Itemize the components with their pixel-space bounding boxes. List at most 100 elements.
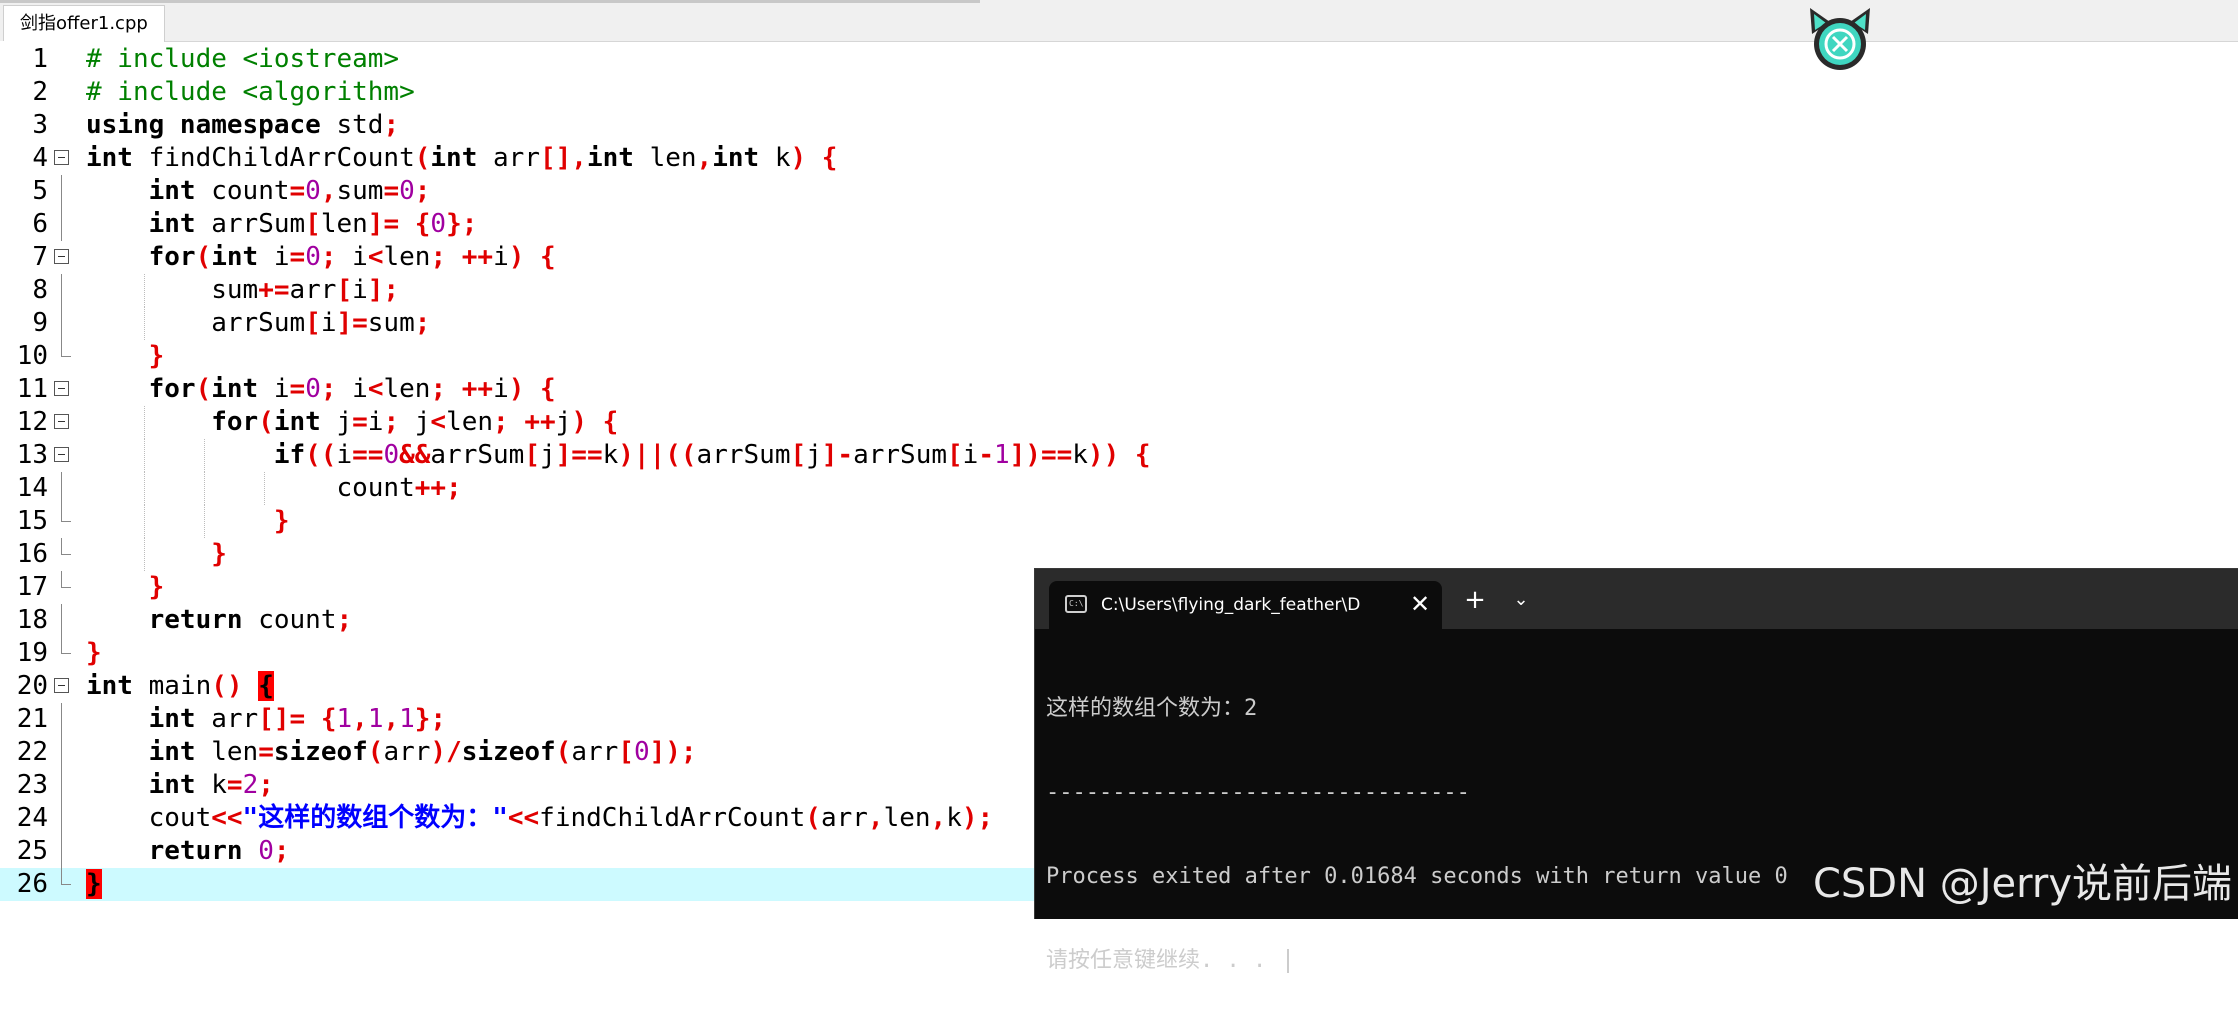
code-text: for(int i=0; i<len; ++i) { (148, 242, 556, 272)
fold-toggle-icon[interactable] (54, 678, 69, 693)
code-text: for(int i=0; i<len; ++i) { (148, 374, 556, 404)
code-text: } (86, 638, 102, 668)
code-line: 10 } (0, 340, 2238, 373)
code-text: } (148, 572, 165, 602)
new-tab-button[interactable]: + (1455, 583, 1495, 617)
line-number: 11 (16, 374, 48, 404)
line-number: 16 (16, 539, 48, 569)
fold-toggle-icon[interactable] (54, 249, 69, 264)
code-text: return count; (148, 605, 353, 635)
editor-tab-strip: 剑指offer1.cpp (0, 0, 2238, 42)
line-number: 24 (16, 803, 48, 833)
code-text: count++; (86, 473, 462, 503)
fold-toggle-icon[interactable] (54, 447, 69, 462)
line-number: 5 (32, 176, 48, 206)
code-text: sum+=arr[i]; (86, 275, 400, 305)
fold-end-marker (61, 505, 71, 522)
line-number: 26 (16, 869, 48, 899)
fold-toggle-icon[interactable] (54, 150, 69, 165)
fold-end-marker (61, 571, 71, 588)
line-number: 1 (32, 44, 48, 74)
fold-guide (61, 208, 62, 241)
fold-end-marker (61, 868, 71, 885)
line-number: 9 (32, 308, 48, 338)
line-number: 20 (16, 671, 48, 701)
code-text: int arrSum[len]= {0}; (148, 209, 478, 239)
code-line: 15 } (0, 505, 2238, 538)
line-number: 15 (16, 506, 48, 536)
fold-guide (61, 769, 62, 802)
fold-guide (61, 604, 62, 637)
code-text: for(int j=i; j<len; ++j) { (211, 407, 619, 437)
fold-end-marker (61, 538, 71, 555)
code-line: 11 for(int i=0; i<len; ++i) { (0, 373, 2238, 406)
terminal-output[interactable]: 这样的数组个数为：2 -----------------------------… (1046, 639, 2238, 1031)
line-number: 23 (16, 770, 48, 800)
fold-guide (61, 835, 62, 868)
code-line: 5 int count=0,sum=0; (0, 175, 2238, 208)
fold-guide (61, 274, 62, 307)
fold-toggle-icon[interactable] (54, 381, 69, 396)
line-number: 21 (16, 704, 48, 734)
console-icon (1065, 595, 1087, 613)
line-number: 3 (32, 110, 48, 140)
line-number: 6 (32, 209, 48, 239)
code-text: # include <iostream> (86, 44, 400, 74)
code-line: 1 # include <iostream> (0, 43, 2238, 76)
fold-guide (61, 307, 62, 340)
code-line: 3 using namespace std; (0, 109, 2238, 142)
file-tab[interactable]: 剑指offer1.cpp (3, 5, 165, 42)
code-text: int findChildArrCount(int arr[],int len,… (86, 143, 838, 173)
line-number: 8 (32, 275, 48, 305)
line-number: 22 (16, 737, 48, 767)
code-line: 4 int findChildArrCount(int arr[],int len… (0, 142, 2238, 175)
line-number: 17 (16, 572, 48, 602)
terminal-line: -------------------------------- (1046, 780, 1470, 805)
line-number: 4 (32, 143, 48, 173)
code-text: int arr[]= {1,1,1}; (148, 704, 447, 734)
string-literal: "这样的数组个数为：" (242, 803, 508, 833)
line-number: 14 (16, 473, 48, 503)
fold-guide (61, 175, 62, 208)
code-text: } (86, 869, 102, 899)
code-text: return 0; (148, 836, 290, 866)
fold-guide (61, 703, 62, 736)
code-text: using namespace std; (86, 110, 400, 140)
code-text: if((i==0&&arrSum[j]==k)||((arrSum[j]-arr… (273, 440, 1151, 470)
line-number: 10 (16, 341, 48, 371)
terminal-tab[interactable]: C:\Users\flying_dark_feather\D ✕ (1049, 581, 1442, 629)
fold-toggle-icon[interactable] (54, 414, 69, 429)
terminal-line: 这样的数组个数为：2 (1046, 696, 1258, 721)
watermark: CSDN @Jerry说前后端 (1812, 861, 2232, 907)
close-icon[interactable]: ✕ (1405, 581, 1435, 629)
fold-guide (61, 472, 62, 505)
code-line: 8 sum+=arr[i]; (0, 274, 2238, 307)
terminal-titlebar: C:\Users\flying_dark_feather\D ✕ + ⌄ (1035, 569, 2238, 629)
code-text: # include <algorithm> (86, 77, 415, 107)
line-number: 2 (32, 77, 48, 107)
code-text: int k=2; (148, 770, 274, 800)
code-line: 2 # include <algorithm> (0, 76, 2238, 109)
fold-end-marker (61, 340, 71, 357)
fold-guide (61, 736, 62, 769)
avatar-icon[interactable] (1804, 4, 1876, 72)
code-text: arrSum[i]=sum; (86, 308, 431, 338)
code-line: 14 count++; (0, 472, 2238, 505)
terminal-line: 请按任意键继续. . . (1046, 947, 2238, 975)
line-number: 18 (16, 605, 48, 635)
code-text: cout<<"这样的数组个数为："<<findChildArrCount(arr… (86, 803, 994, 833)
code-text: } (273, 506, 290, 536)
code-text: } (211, 539, 227, 569)
text-cursor (1287, 949, 1290, 973)
code-line: 6 int arrSum[len]= {0}; (0, 208, 2238, 241)
terminal-prompt: 请按任意键继续. . . (1046, 948, 1280, 973)
line-number: 25 (16, 836, 48, 866)
code-line: 12 for(int j=i; j<len; ++j) { (0, 406, 2238, 439)
line-number: 12 (16, 407, 48, 437)
code-text: int count=0,sum=0; (148, 176, 431, 206)
code-text: } (148, 341, 165, 371)
code-line: 13 if((i==0&&arrSum[j]==k)||((arrSum[j]-… (0, 439, 2238, 472)
chevron-down-icon[interactable]: ⌄ (1501, 583, 1541, 617)
terminal-tab-title: C:\Users\flying_dark_feather\D (1101, 595, 1361, 615)
line-number: 7 (32, 242, 48, 272)
